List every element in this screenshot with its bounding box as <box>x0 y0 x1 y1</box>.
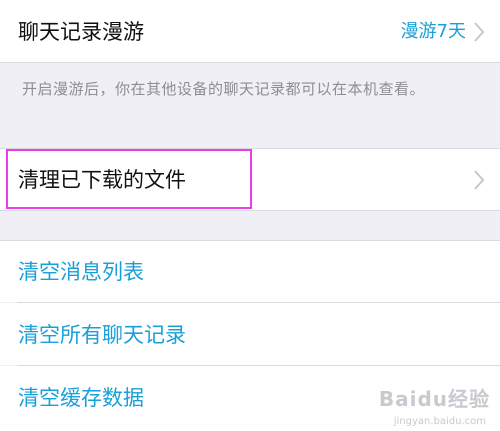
divider <box>0 62 500 63</box>
divider <box>0 210 500 211</box>
chevron-right-icon <box>474 170 485 190</box>
chevron-right-icon <box>474 22 485 42</box>
clear-all-chats-button[interactable]: 清空所有聊天记录 <box>0 303 500 365</box>
highlight-box <box>6 149 252 209</box>
watermark-url: jingyan.baidu.com <box>393 416 486 427</box>
clear-message-list-button[interactable]: 清空消息列表 <box>0 241 500 302</box>
watermark-brand: Baidu经验 <box>378 387 490 411</box>
clear-all-chats-label: 清空所有聊天记录 <box>18 323 186 347</box>
roaming-footer-text: 开启漫游后，你在其他设备的聊天记录都可以在本机查看。 <box>22 80 426 98</box>
roaming-value: 漫游7天 <box>400 21 466 42</box>
clear-message-list-label: 清空消息列表 <box>18 260 144 284</box>
roaming-row[interactable]: 聊天记录漫游 漫游7天 <box>0 0 500 62</box>
baidu-watermark: Baidu经验 jingyan.baidu.com <box>340 383 490 427</box>
clear-cache-label: 清空缓存数据 <box>18 386 144 410</box>
roaming-label: 聊天记录漫游 <box>18 20 144 44</box>
